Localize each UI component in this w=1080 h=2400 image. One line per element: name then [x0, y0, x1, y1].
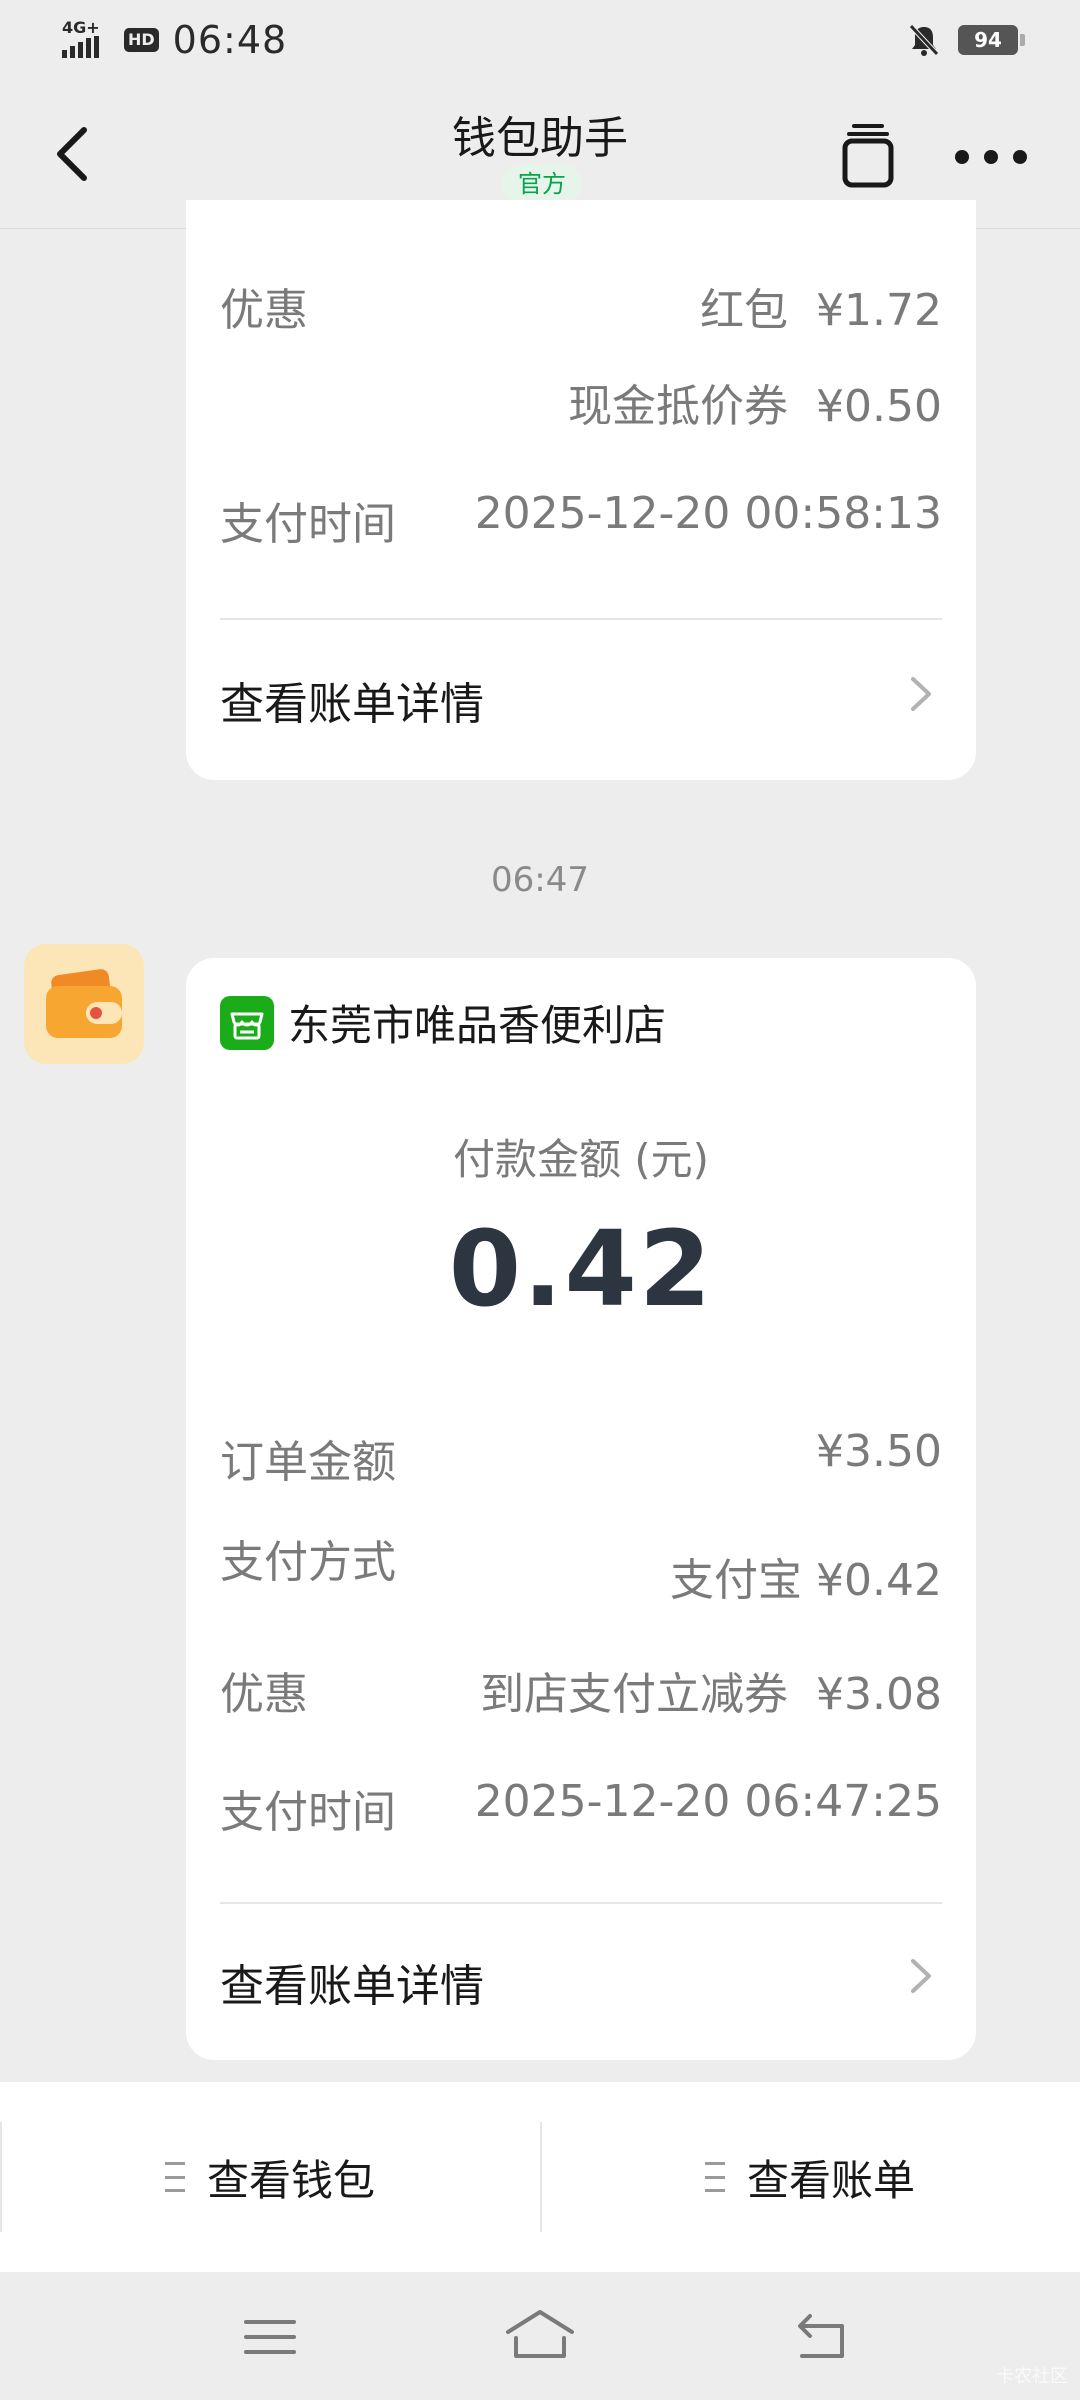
battery-icon: 94	[958, 25, 1025, 55]
divider	[220, 1902, 942, 1904]
view-bill-details-link[interactable]: 查看账单详情	[220, 1950, 942, 2014]
chevron-right-icon	[911, 1959, 931, 1993]
message-timestamp: 06:47	[491, 860, 589, 900]
official-badge: 官方	[502, 164, 582, 204]
mute-bell-icon	[909, 24, 939, 56]
amount-label: 付款金额 (元)	[452, 1135, 710, 1184]
mini-program-stack-icon[interactable]	[840, 120, 896, 188]
bottom-menu: 查看钱包 查看账单	[0, 2082, 1080, 2272]
cellular-signal-icon: 4G+	[62, 20, 110, 60]
payment-amount: 0.42	[448, 1208, 714, 1330]
back-icon[interactable]	[780, 2302, 860, 2372]
wallet-icon	[46, 969, 122, 1038]
status-time: 06:48	[172, 18, 288, 62]
menu-lines-icon	[704, 2162, 725, 2192]
payment-card[interactable]: 东莞市唯品香便利店 付款金额 (元) 0.42 订单金额 ¥3.50 支付方式 …	[186, 958, 976, 2060]
status-bar: 4G+ HD 06:48 94	[0, 0, 1080, 80]
system-nav-bar: 卡农社区	[0, 2272, 1080, 2400]
divider	[220, 618, 942, 620]
home-icon[interactable]	[500, 2302, 580, 2372]
payment-card-previous: 优惠 红包 ¥1.72 现金抵价券 ¥0.50 支付时间 2025-12-20 …	[186, 200, 976, 780]
merchant-name: 东莞市唯品香便利店	[288, 1001, 667, 1050]
merchant-header: 东莞市唯品香便利店	[220, 992, 666, 1053]
more-options-icon[interactable]	[955, 150, 1027, 166]
page-title: 钱包助手	[452, 113, 628, 164]
wallet-assistant-avatar[interactable]	[24, 944, 144, 1064]
store-icon	[220, 995, 274, 1050]
recent-apps-icon[interactable]	[230, 2302, 310, 2372]
chevron-right-icon	[911, 677, 931, 711]
view-wallet-button[interactable]: 查看钱包	[0, 2082, 540, 2272]
view-bills-button[interactable]: 查看账单	[540, 2082, 1080, 2272]
watermark: 卡农社区	[996, 2366, 1068, 2387]
view-bill-details-link[interactable]: 查看账单详情	[220, 668, 942, 732]
menu-lines-icon	[164, 2162, 185, 2192]
hd-badge: HD	[124, 28, 159, 52]
